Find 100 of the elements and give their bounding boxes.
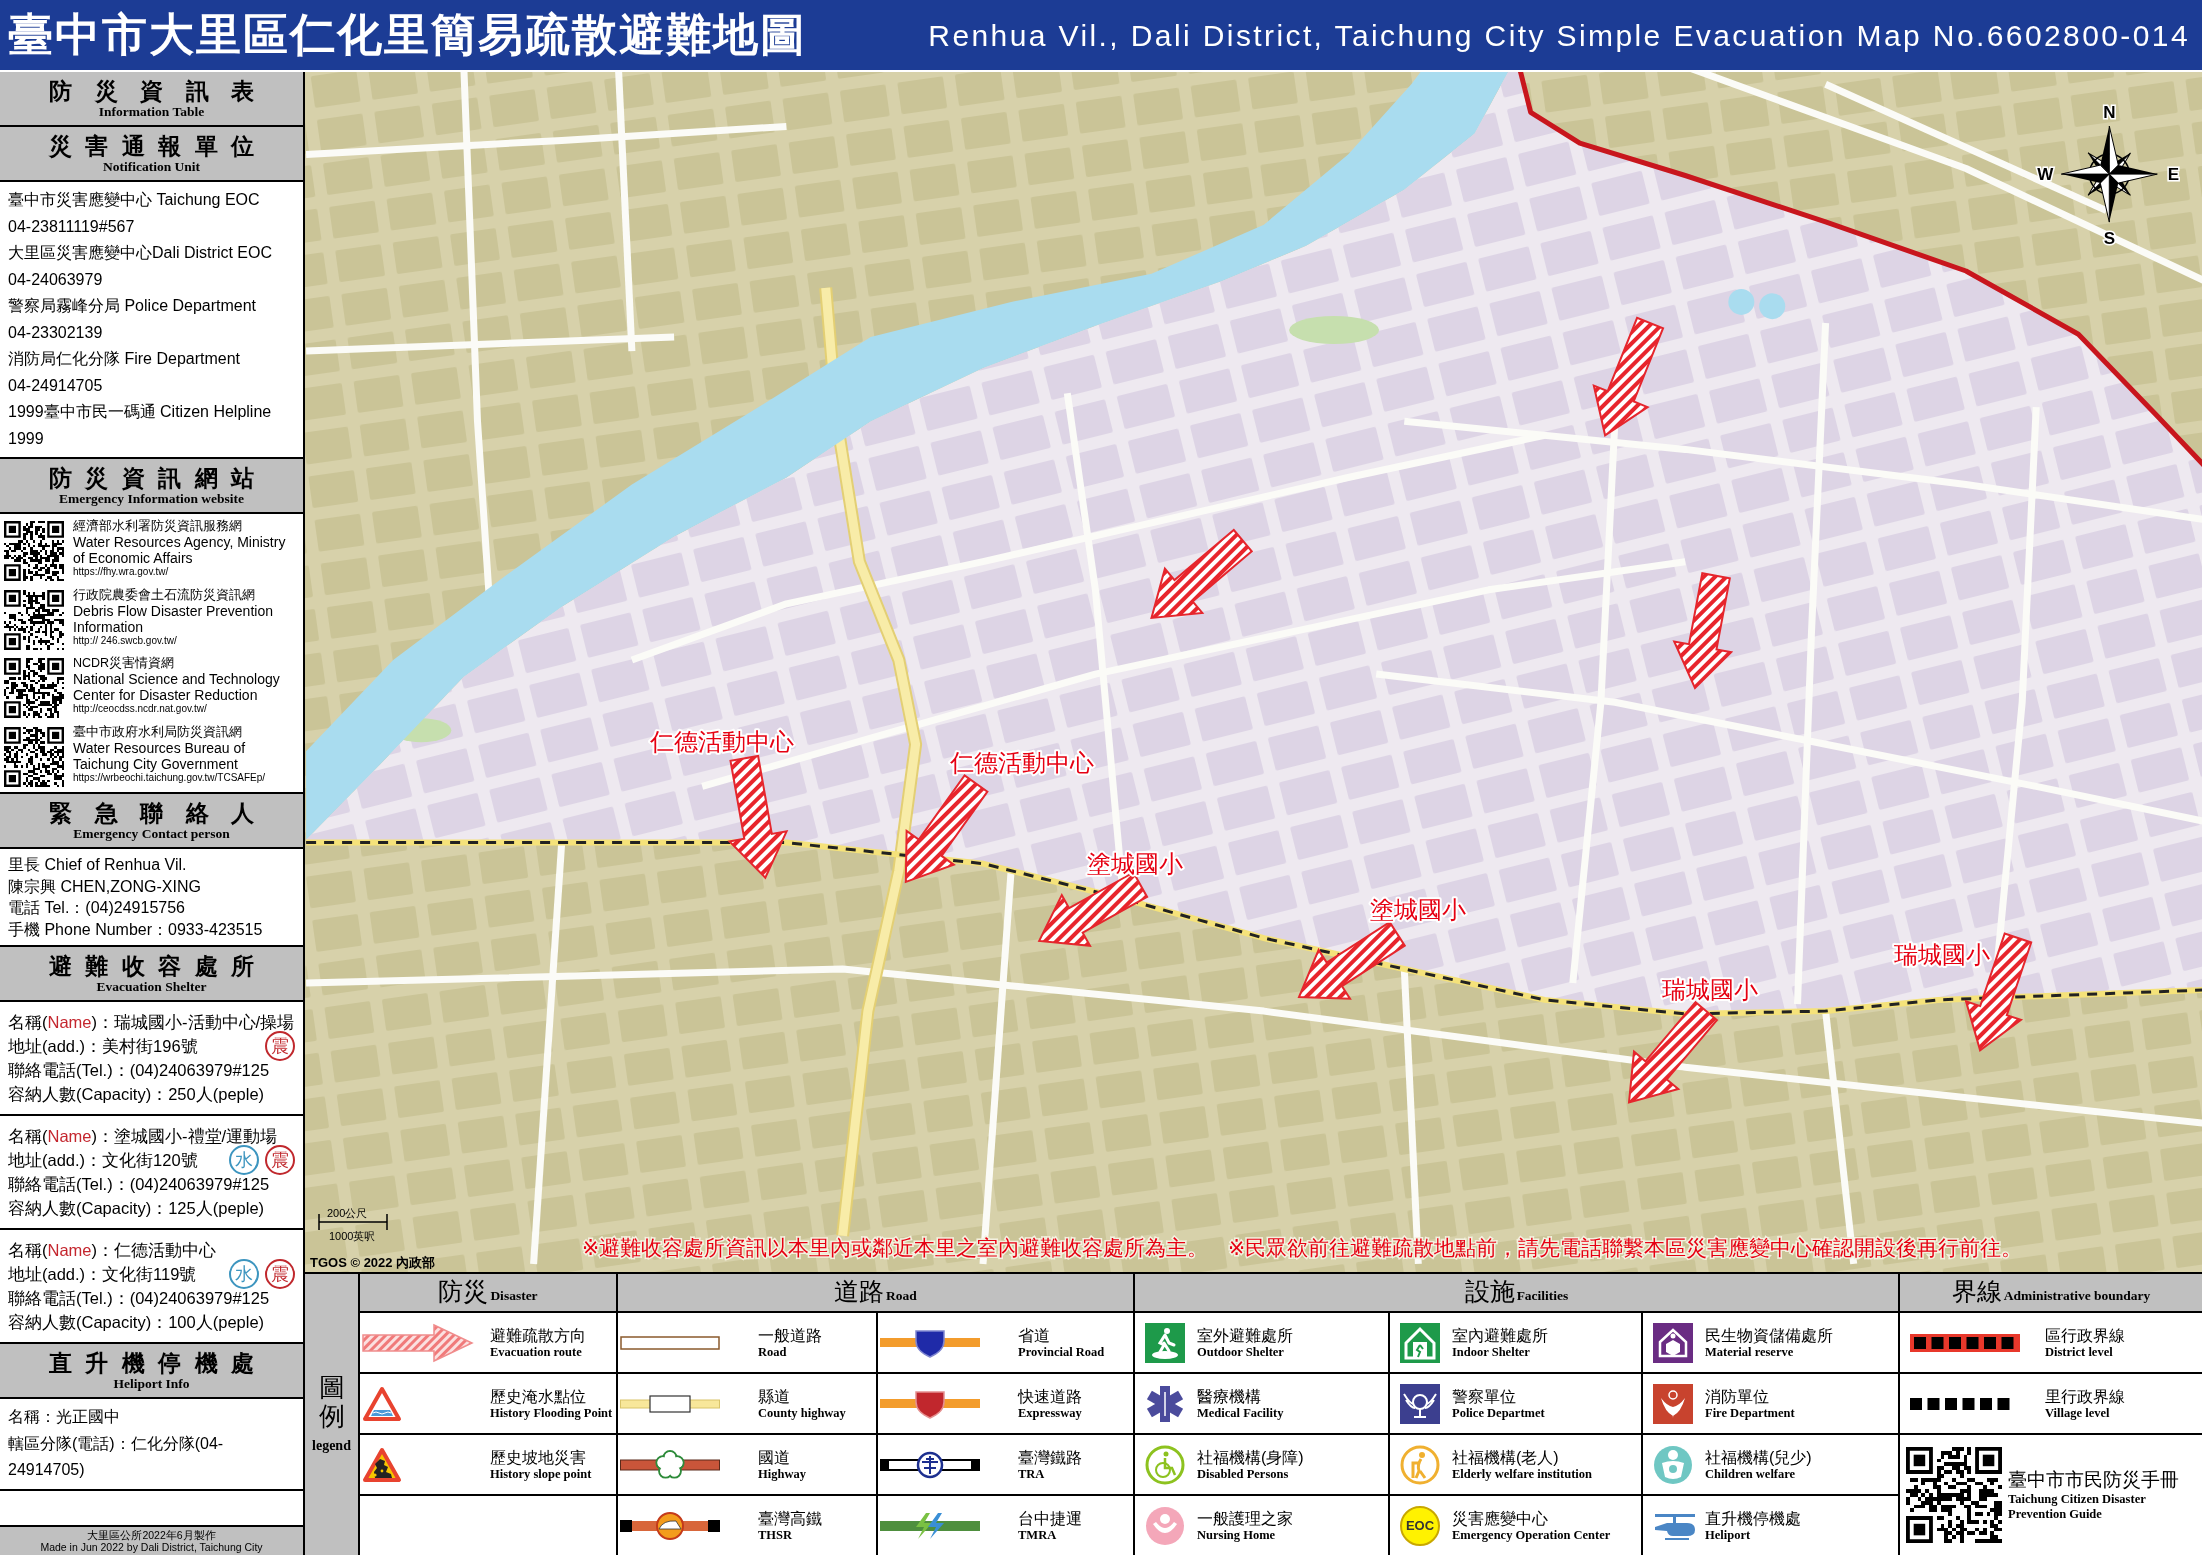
info-line: 消防局仁化分隊 Fire Department [8,349,242,369]
info-line: 1999臺中市民一碼通 Citizen Helpline [8,402,273,422]
section-subtitle: Information Table [98,103,205,120]
legend-label: 民生物資儲備處所 [1705,1325,1833,1345]
provincial-road-line-icon [880,1327,980,1358]
compass-letter: S [2103,228,2115,248]
legend-label: 醫療機構 [1197,1386,1262,1406]
legend-label: 快速道路 [1018,1386,1082,1406]
shelter-address: 地址(add.)：文化街119號 [8,1264,197,1285]
legend-title: 圖例 [318,1373,345,1431]
qr-code-icon [4,726,64,787]
footer-credit: 大里區公所2022年6月製作 [86,1529,217,1541]
shelter-name: 名稱(Name)：塗城國小-禮堂/運動場 [8,1126,279,1147]
legend-english-label: Village level [2045,1405,2111,1421]
legend-label: 縣道 [758,1386,791,1406]
section-subtitle: Evacuation Shelter [96,978,207,995]
info-line: 陳宗興 CHEN,ZONG-XING [8,876,202,897]
legend-group-title: 界線 [1951,1276,2002,1306]
map-credit: TGOS © 2022 內政部 [310,1255,436,1270]
indoor-shelter-icon [1400,1322,1440,1363]
compass-letter: W [2037,164,2054,184]
legend-group-english-title: Disaster [490,1287,538,1305]
legend-label: 區行政界線 [2045,1325,2125,1345]
hazard-stamp: 水 [229,1259,259,1289]
legend-label: 一般護理之家 [1197,1508,1293,1528]
legend-english-label: County highway [758,1405,846,1421]
shelter-phone: 聯絡電話(Tel.)：(04)24063979#125 [8,1288,271,1309]
shelter-label: 塗城國小 [1086,849,1183,878]
legend-label: 省道 [1018,1325,1051,1345]
star-of-life-icon [1145,1383,1185,1424]
website-url: https://wrbeochi.taichung.gov.tw/TCSAFEp/ [73,771,267,784]
legend-english-label: Provincial Road [1018,1344,1105,1360]
legend-label: 國道 [758,1447,791,1467]
website-english-name: Water Resources Agency, Ministry of Economic Affairs [73,534,287,566]
legend-label: 臺灣鐵路 [1018,1447,1082,1467]
shelter-phone: 聯絡電話(Tel.)：(04)24063979#125 [8,1174,271,1195]
legend-group-title: 道路 [834,1276,885,1306]
shelter-name: 名稱(Name)：瑞城國小-活動中心/操場 [8,1012,295,1033]
legend-english-label: History Flooding Point [490,1405,613,1421]
shelter-label: 塗城國小 [1370,896,1467,924]
legend-english-label: TMRA [1018,1527,1058,1543]
website-url: https://fhy.wra.gov.tw/ [73,566,170,578]
hazard-stamp: 震 [265,1031,295,1061]
legend-label: 一般道路 [758,1325,822,1345]
legend-label: 歷史坡地災害 [490,1447,587,1467]
shelter-capacity: 容納人數(Capacity)：125人(peple) [8,1198,266,1219]
compass-letter: N [2103,102,2116,122]
legend-english-label: Highway [758,1466,806,1482]
legend-english-label: Outdoor Shelter [1197,1344,1285,1360]
legend-label: 社福機構(兒少) [1705,1447,1812,1467]
shelter-address: 地址(add.)：文化街120號 [8,1150,198,1171]
police-emblem-icon [1400,1383,1440,1424]
legend-label: 歷史淹水點位 [490,1386,587,1406]
website-name: 經濟部水利署防災資訊服務網 [73,519,243,534]
legend-english-label: Police Departmet [1452,1405,1545,1421]
legend-group-english-title: Facilities [1516,1287,1569,1305]
legend-english-label: Fire Department [1705,1405,1795,1421]
shelter-capacity: 容納人數(Capacity)：100人(peple) [8,1312,266,1333]
info-line: 里長 Chief of Renhua Vil. [8,855,188,875]
legend-english-label: Road [758,1344,788,1360]
qr-code-icon [1906,1447,2002,1543]
info-line: 04-24914705 [8,375,104,396]
section-title: 防災資訊網站 [49,464,254,491]
legend-english-label: Heliport [1705,1527,1752,1543]
website-english-name: Water Resources Bureau of Taichung City Government [73,739,247,772]
legend-label: 直升機停機處 [1705,1508,1801,1528]
shelter-name: 名稱(Name)：仁德活動中心 [8,1240,217,1261]
scale-label: 200公尺 [327,1207,368,1219]
wheelchair-icon [1145,1444,1185,1485]
fire-emblem-icon [1653,1383,1693,1424]
legend-english-label: Nursing Home [1197,1527,1277,1543]
legend-group-english-title: Administrative boundary [2003,1287,2151,1305]
legend-english-label: Indoor Shelter [1452,1344,1531,1360]
shelter-label: 仁德活動中心 [649,727,794,756]
section-subtitle: Notification Unit [102,158,201,175]
info-line: 名稱：光正國中 [8,1407,121,1427]
legend-label: 避難疏散方向 [490,1325,586,1345]
map-title-english: Renhua Vil., Dali District, Taichung City Simple Evacuation Map No.6602800-014 [928,18,2190,52]
section-title: 避難收容處所 [49,952,254,979]
legend-label: 臺灣高鐵 [758,1508,822,1528]
shelter-label: 瑞城國小 [1662,976,1759,1004]
shelter-label: 瑞城國小 [1894,940,1991,969]
info-line: 轄區分隊(電話)：仁化分隊(04-24914705) [8,1433,225,1480]
notice-text: ※避難收容處所資訊以本里內或鄰近本里之室內避難收容處所為主。 [582,1236,1209,1260]
legend-group-title: 設施 [1464,1276,1515,1306]
info-line: 警察局霧峰分局 Police Department [8,296,258,316]
legend-label: 里行政界線 [2045,1386,2125,1406]
elderly-person-icon [1400,1444,1440,1485]
legend-group-english-title: Road [886,1287,917,1305]
section-subtitle: Heliport Info [113,1375,190,1392]
legend-label: 室外避難處所 [1197,1325,1293,1345]
shelter-label: 仁德活動中心 [950,748,1095,777]
legend-english-label: TRA [1018,1466,1046,1482]
info-line: 手機 Phone Number：0933-423515 [8,919,264,940]
compass-letter: E [2167,164,2179,184]
qr-code-icon [4,658,64,718]
legend-label: 社福機構(老人) [1452,1447,1560,1467]
section-subtitle: Emergency Contact person [73,825,230,842]
evacuation-arrow-icon [362,1322,474,1363]
footer-credit: Made in Jun 2022 by Dali District, Taichung City [39,1541,264,1553]
